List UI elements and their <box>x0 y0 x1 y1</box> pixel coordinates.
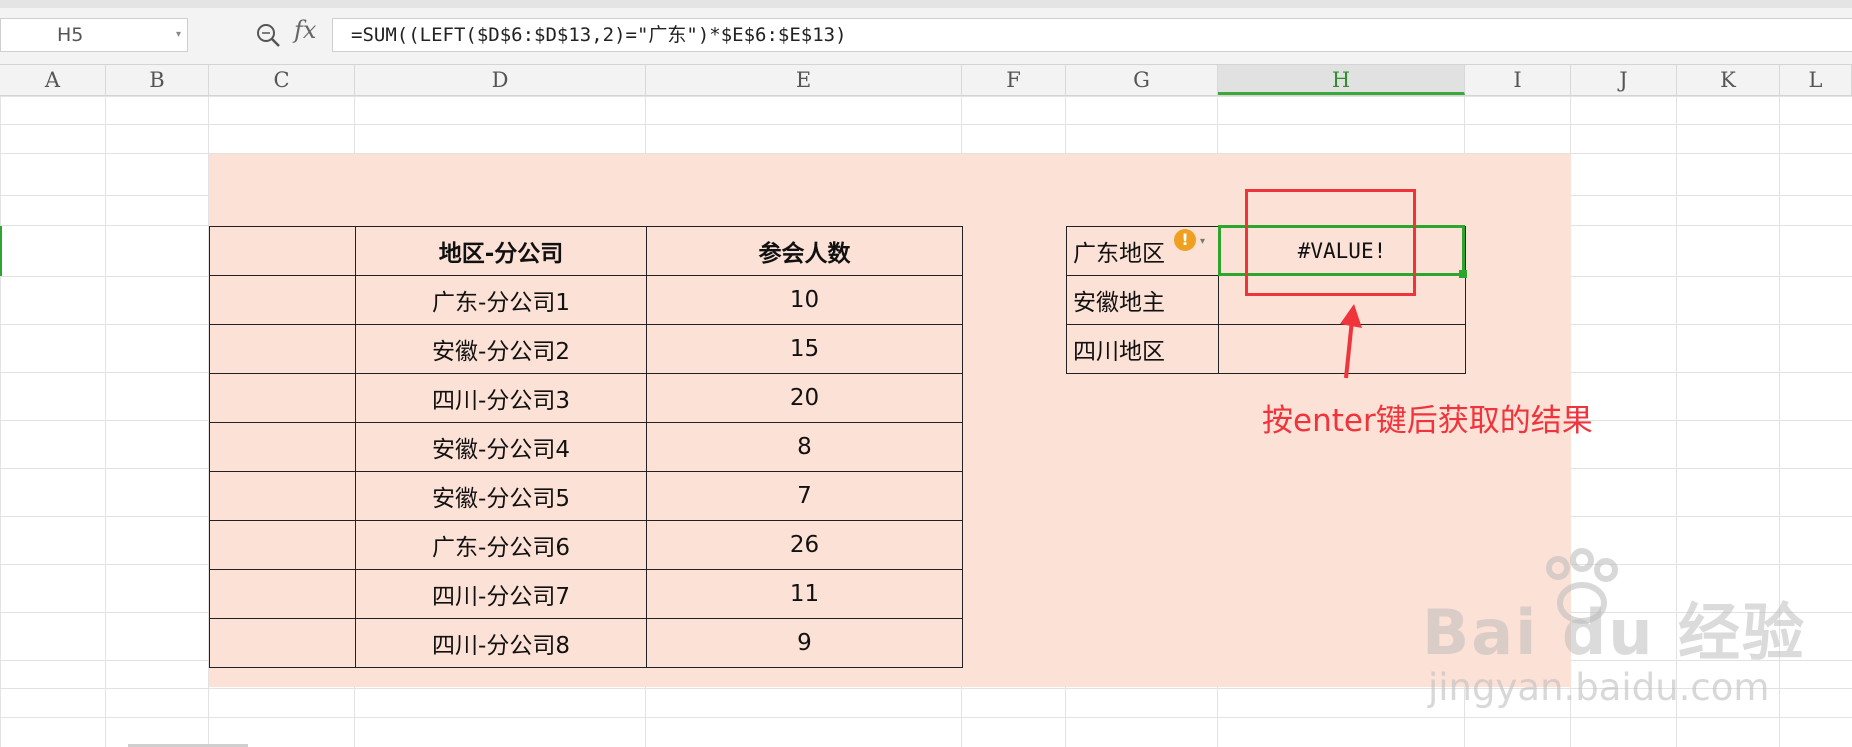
watermark-logo: Bai du 经验 <box>1422 596 1807 669</box>
table-cell[interactable]: 9 <box>646 618 963 668</box>
table-cell[interactable]: 四川-分公司3 <box>355 373 647 423</box>
table-cell[interactable]: 安徽-分公司5 <box>355 471 647 521</box>
table-cell[interactable] <box>209 373 356 423</box>
table-cell[interactable]: 20 <box>646 373 963 423</box>
column-k[interactable]: K <box>1677 65 1780 95</box>
column-e[interactable]: E <box>646 65 962 95</box>
column-header: A B C D E F G H I J K L <box>0 64 1852 96</box>
fill-handle[interactable] <box>1459 270 1467 278</box>
fx-icon[interactable]: fx <box>294 16 316 44</box>
table-row: 广东-分公司6 26 <box>209 520 963 570</box>
table-cell[interactable] <box>209 275 356 325</box>
table-row: 安徽-分公司5 7 <box>209 471 963 521</box>
column-b[interactable]: B <box>106 65 209 95</box>
column-i[interactable]: I <box>1465 65 1571 95</box>
formula-input[interactable]: =SUM((LEFT($D$6:$D$13,2)="广东")*$E$6:$E$1… <box>332 18 1852 52</box>
table-row: 安徽-分公司2 15 <box>209 324 963 374</box>
column-a[interactable]: A <box>0 65 106 95</box>
table-cell[interactable]: 7 <box>646 471 963 521</box>
error-warning-icon[interactable]: ! <box>1174 229 1196 251</box>
active-row-marker <box>0 226 2 276</box>
table-cell[interactable] <box>209 520 356 570</box>
table-cell[interactable]: 安徽-分公司2 <box>355 324 647 374</box>
zoom-icon[interactable] <box>254 21 282 49</box>
table-header-row: 地区-分公司 参会人数 <box>209 226 963 276</box>
cell-reference: H5 <box>57 24 84 46</box>
column-l[interactable]: L <box>1780 65 1852 95</box>
header-cell[interactable] <box>209 226 356 276</box>
table-row: 安徽-分公司4 8 <box>209 422 963 472</box>
table-row: 四川-分公司3 20 <box>209 373 963 423</box>
chevron-down-icon[interactable]: ▾ <box>176 19 181 51</box>
header-cell[interactable]: 参会人数 <box>646 226 963 276</box>
column-g[interactable]: G <box>1066 65 1218 95</box>
table-cell[interactable] <box>209 569 356 619</box>
region-cell[interactable]: 四川地区 <box>1066 324 1219 374</box>
name-box[interactable]: H5 ▾ <box>0 18 188 52</box>
table-row: 四川-分公司8 9 <box>209 618 963 668</box>
table-cell[interactable]: 广东-分公司6 <box>355 520 647 570</box>
watermark-url: jingyan.baidu.com <box>1428 666 1770 709</box>
table-cell[interactable] <box>209 422 356 472</box>
table-cell[interactable] <box>209 618 356 668</box>
region-cell[interactable]: 安徽地主 <box>1066 275 1219 325</box>
table-row: 四川-分公司7 11 <box>209 569 963 619</box>
column-c[interactable]: C <box>209 65 355 95</box>
table-cell[interactable]: 11 <box>646 569 963 619</box>
table-row: 广东-分公司1 10 <box>209 275 963 325</box>
table-cell[interactable]: 四川-分公司7 <box>355 569 647 619</box>
table-cell[interactable]: 10 <box>646 275 963 325</box>
arrow-icon <box>1340 304 1362 379</box>
column-h[interactable]: H <box>1218 65 1465 95</box>
chevron-down-icon[interactable]: ▾ <box>1200 236 1205 247</box>
table-cell[interactable]: 安徽-分公司4 <box>355 422 647 472</box>
column-f[interactable]: F <box>962 65 1066 95</box>
header-cell[interactable]: 地区-分公司 <box>355 226 647 276</box>
table-cell[interactable]: 广东-分公司1 <box>355 275 647 325</box>
annotation-text: 按enter键后获取的结果 <box>1262 403 1593 439</box>
table-cell[interactable] <box>209 471 356 521</box>
table-cell[interactable]: 四川-分公司8 <box>355 618 647 668</box>
data-table: 地区-分公司 参会人数 广东-分公司1 10 安徽-分公司2 15 四川-分公司3 2… <box>209 226 963 668</box>
table-row: 四川地区 <box>1066 324 1466 374</box>
column-j[interactable]: J <box>1571 65 1677 95</box>
table-cell[interactable]: 26 <box>646 520 963 570</box>
table-cell[interactable]: 8 <box>646 422 963 472</box>
region-cell[interactable]: 广东地区 <box>1066 226 1219 276</box>
highlight-box <box>1245 189 1416 296</box>
table-cell[interactable] <box>209 324 356 374</box>
table-cell[interactable]: 15 <box>646 324 963 374</box>
column-d[interactable]: D <box>355 65 646 95</box>
